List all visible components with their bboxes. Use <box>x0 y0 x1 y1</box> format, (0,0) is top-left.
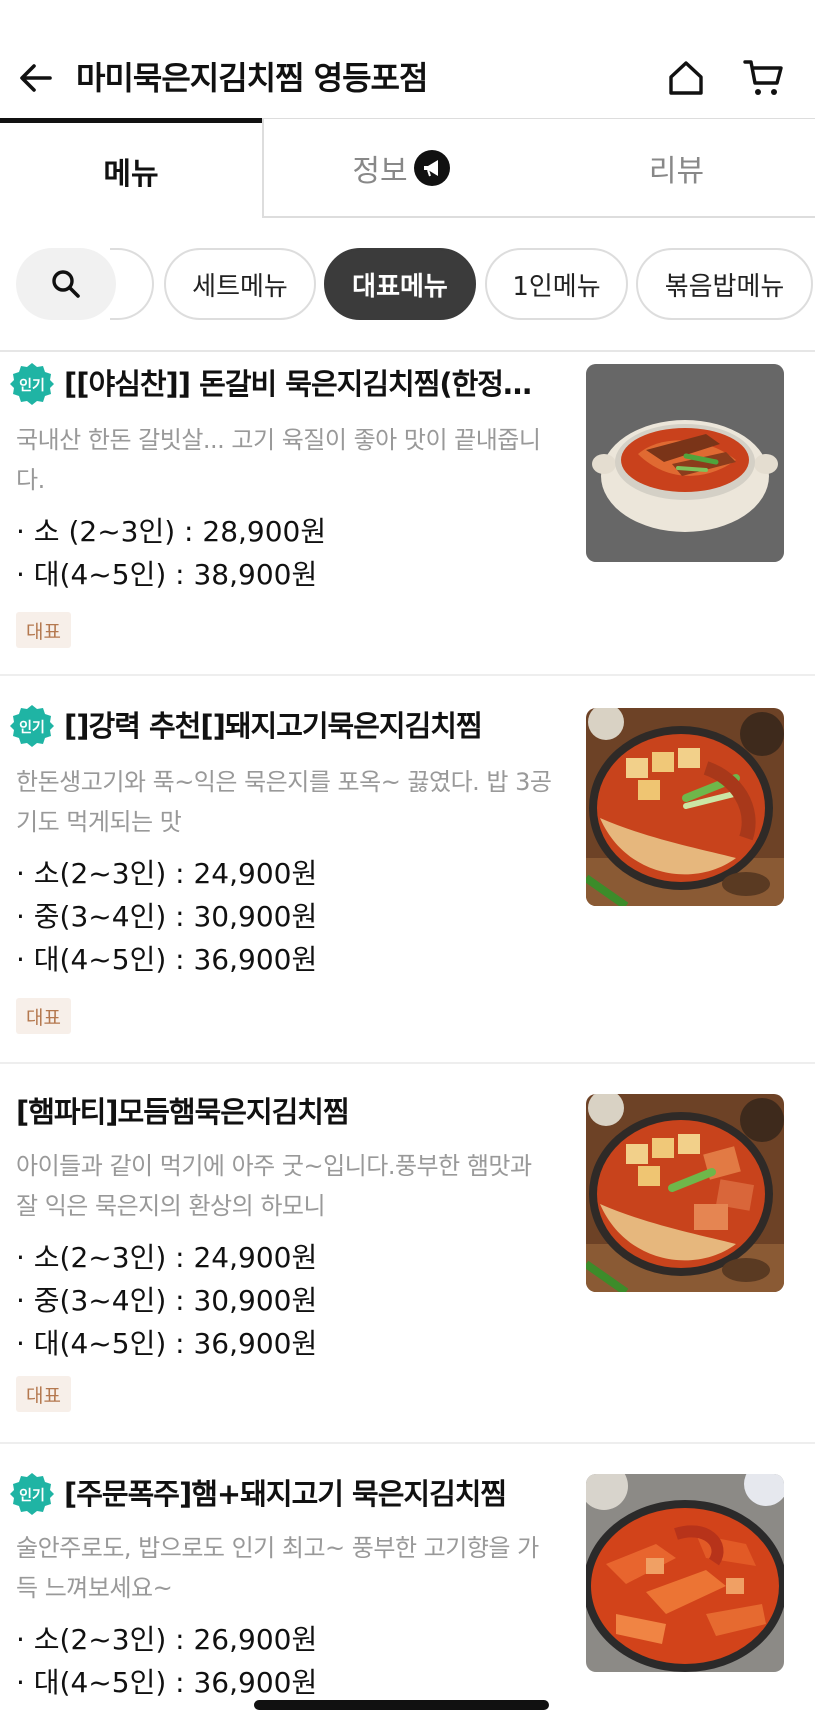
price-option: · 대(4~5인) : 36,900원 <box>16 1327 318 1360</box>
home-button[interactable] <box>662 54 710 102</box>
svg-text:인기: 인기 <box>19 377 45 394</box>
menu-item-description: 아이들과 같이 먹기에 아주 굿~입니다.풍부한 햄맛과 잘 익은 묵은지의 환… <box>16 1152 532 1220</box>
chip-partial[interactable] <box>110 248 154 320</box>
menu-item-name: [햄파티]모듬햄묵은지김치찜 <box>16 1095 350 1129</box>
popular-badge: 인기 <box>10 1473 54 1515</box>
menu-item-name: [[야심찬]] 돈갈비 묵은지김치찜(한정… <box>64 367 532 401</box>
store-title: 마미묵은지김치찜 영등포점 <box>76 59 428 97</box>
cart-button[interactable] <box>740 54 788 102</box>
menu-item-name: []강력 추천[]돼지고기묵은지김치찜 <box>64 709 483 743</box>
signature-tag: 대표 <box>16 998 71 1034</box>
tab-menu[interactable]: 메뉴 <box>0 118 262 218</box>
menu-item-name: [주문폭주]햄+돼지고기 묵은지김치찜 <box>64 1477 507 1511</box>
menu-item-description: 술안주로도, 밥으로도 인기 최고~ 풍부한 고기향을 가득 느껴보세요~ <box>16 1534 539 1602</box>
menu-item-description: 한돈생고기와 푹~익은 묵은지를 포옥~ 끓였다. 밥 3공기도 먹게되는 맛 <box>16 768 552 836</box>
svg-text:인기: 인기 <box>19 719 45 736</box>
price-option: · 중(3~4인) : 30,900원 <box>16 1284 318 1317</box>
price-option: · 소 (2~3인) : 28,900원 <box>16 515 327 548</box>
menu-item[interactable]: 인기 [주문폭주]햄+돼지고기 묵은지김치찜 술안주로도, 밥으로도 인기 최고… <box>0 1444 815 1727</box>
store-tabs: 메뉴 정보 리뷰 <box>0 118 815 218</box>
price-option: · 대(4~5인) : 36,900원 <box>16 943 318 976</box>
cart-icon <box>743 60 783 95</box>
home-icon <box>669 61 703 95</box>
signature-tag: 대표 <box>16 1376 71 1412</box>
popular-badge: 인기 <box>10 363 54 405</box>
chip-label: 볶음밥메뉴 <box>664 271 785 302</box>
category-chips: 세트메뉴 대표메뉴 1인메뉴 볶음밥메뉴 <box>0 248 815 322</box>
svg-text:인기: 인기 <box>19 1487 45 1504</box>
price-option: · 중(3~4인) : 30,900원 <box>16 900 318 933</box>
tab-menu-label: 메뉴 <box>103 156 159 192</box>
chip-single-menu[interactable]: 1인메뉴 <box>485 248 628 320</box>
top-app-bar: 마미묵은지김치찜 영등포점 <box>0 0 815 120</box>
price-option: · 소(2~3인) : 24,900원 <box>16 857 318 890</box>
price-option: · 소(2~3인) : 26,900원 <box>16 1623 318 1656</box>
menu-item-photo <box>586 708 784 906</box>
chip-label: 세트메뉴 <box>192 271 288 302</box>
chip-label: 대표메뉴 <box>352 271 448 302</box>
arrow-left-icon <box>20 64 52 92</box>
tab-info-label: 정보 <box>352 153 408 189</box>
tab-review[interactable]: 리뷰 <box>538 118 815 218</box>
signature-tag: 대표 <box>16 612 71 648</box>
popular-badge: 인기 <box>10 705 54 747</box>
menu-item[interactable]: [햄파티]모듬햄묵은지김치찜 아이들과 같이 먹기에 아주 굿~입니다.풍부한 … <box>0 1064 815 1444</box>
tab-info[interactable]: 정보 <box>262 118 538 218</box>
menu-item[interactable]: 인기 [[야심찬]] 돈갈비 묵은지김치찜(한정… 국내산 한돈 갈빗살... … <box>0 352 815 676</box>
search-icon <box>52 270 80 298</box>
menu-item-photo <box>586 364 784 562</box>
menu-item[interactable]: 인기 []강력 추천[]돼지고기묵은지김치찜 한돈생고기와 푹~익은 묵은지를 … <box>0 676 815 1064</box>
chip-fried-rice-menu[interactable]: 볶음밥메뉴 <box>636 248 813 320</box>
chip-signature-menu[interactable]: 대표메뉴 <box>324 248 476 320</box>
menu-search-button[interactable] <box>16 248 116 320</box>
megaphone-icon <box>413 149 450 186</box>
tab-review-label: 리뷰 <box>648 153 705 189</box>
back-button[interactable] <box>14 56 58 100</box>
menu-item-description: 국내산 한돈 갈빗살... 고기 육질이 좋아 맛이 끝내줍니다. <box>16 426 541 494</box>
chip-set-menu[interactable]: 세트메뉴 <box>164 248 316 320</box>
menu-item-photo <box>586 1094 784 1292</box>
price-option: · 대(4~5인) : 38,900원 <box>16 558 318 591</box>
chip-label: 1인메뉴 <box>512 271 601 302</box>
home-indicator[interactable] <box>254 1700 549 1710</box>
menu-item-photo <box>586 1474 784 1672</box>
price-option: · 대(4~5인) : 36,900원 <box>16 1666 318 1699</box>
price-option: · 소(2~3인) : 24,900원 <box>16 1241 318 1274</box>
